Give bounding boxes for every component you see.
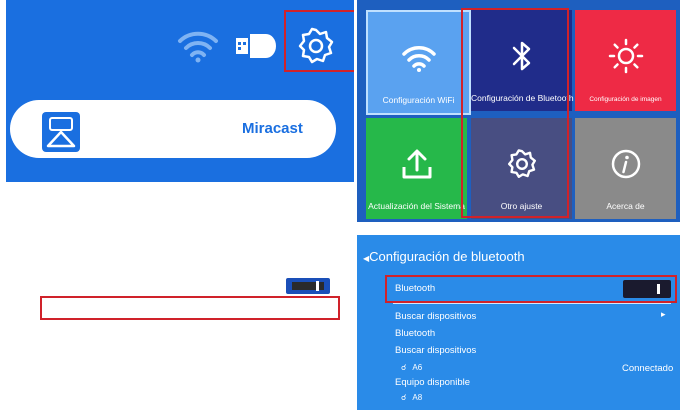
gear-highlight-box (284, 10, 354, 72)
home-screen-panel: Miracast (6, 0, 354, 182)
wifi-icon (401, 46, 436, 72)
bluetooth-config-panel: ◀Configuración de bluetooth Bluetooth Bu… (357, 235, 680, 410)
bluetooth-section-label: Bluetooth (395, 328, 436, 339)
settings-grid-panel: Configuración WiFi Configuración de Blue… (357, 0, 680, 222)
available-device-a8[interactable]: ☌ A8 (401, 393, 422, 402)
search-devices-item[interactable]: Buscar dispositivos (395, 311, 476, 322)
paired-device-a6[interactable]: ☌ A6 (401, 363, 422, 372)
wifi-icon[interactable] (176, 28, 220, 64)
divider (393, 303, 671, 304)
search-devices-item-2[interactable]: Buscar dispositivos (395, 345, 476, 356)
upload-icon (402, 149, 431, 179)
miracast-label: Miracast (242, 120, 303, 137)
tile-system-update[interactable]: Actualización del Sistema (366, 118, 467, 219)
bluetooth-row-highlight-box (385, 275, 677, 303)
tile-label: Acerca de (606, 201, 645, 211)
available-devices-label: Equipo disponible (395, 377, 471, 388)
page-title[interactable]: ◀Configuración de bluetooth (363, 249, 525, 264)
info-icon (611, 149, 640, 179)
tile-label: Configuración de imagen (589, 96, 662, 103)
bluetooth-tile-highlight-box (461, 8, 569, 218)
device-status: Connectado (622, 363, 674, 374)
headphones-icon: ☌ (401, 393, 407, 402)
headphones-icon: ☌ (401, 363, 407, 372)
tile-wifi-settings[interactable]: Configuración WiFi (366, 10, 471, 115)
usb-icon[interactable] (234, 32, 278, 60)
chevron-right-icon: ▸ (661, 309, 666, 319)
toggle-switch[interactable] (286, 278, 330, 294)
row-highlight-box (40, 296, 340, 320)
tile-image-settings[interactable]: Configuración de imagen (575, 10, 676, 111)
screen-mirror-icon (42, 112, 80, 152)
tile-about[interactable]: Acerca de (575, 118, 676, 219)
tile-label: Actualización del Sistema (368, 201, 465, 211)
tile-label: Configuración WiFi (382, 95, 455, 105)
brightness-icon (608, 38, 643, 74)
